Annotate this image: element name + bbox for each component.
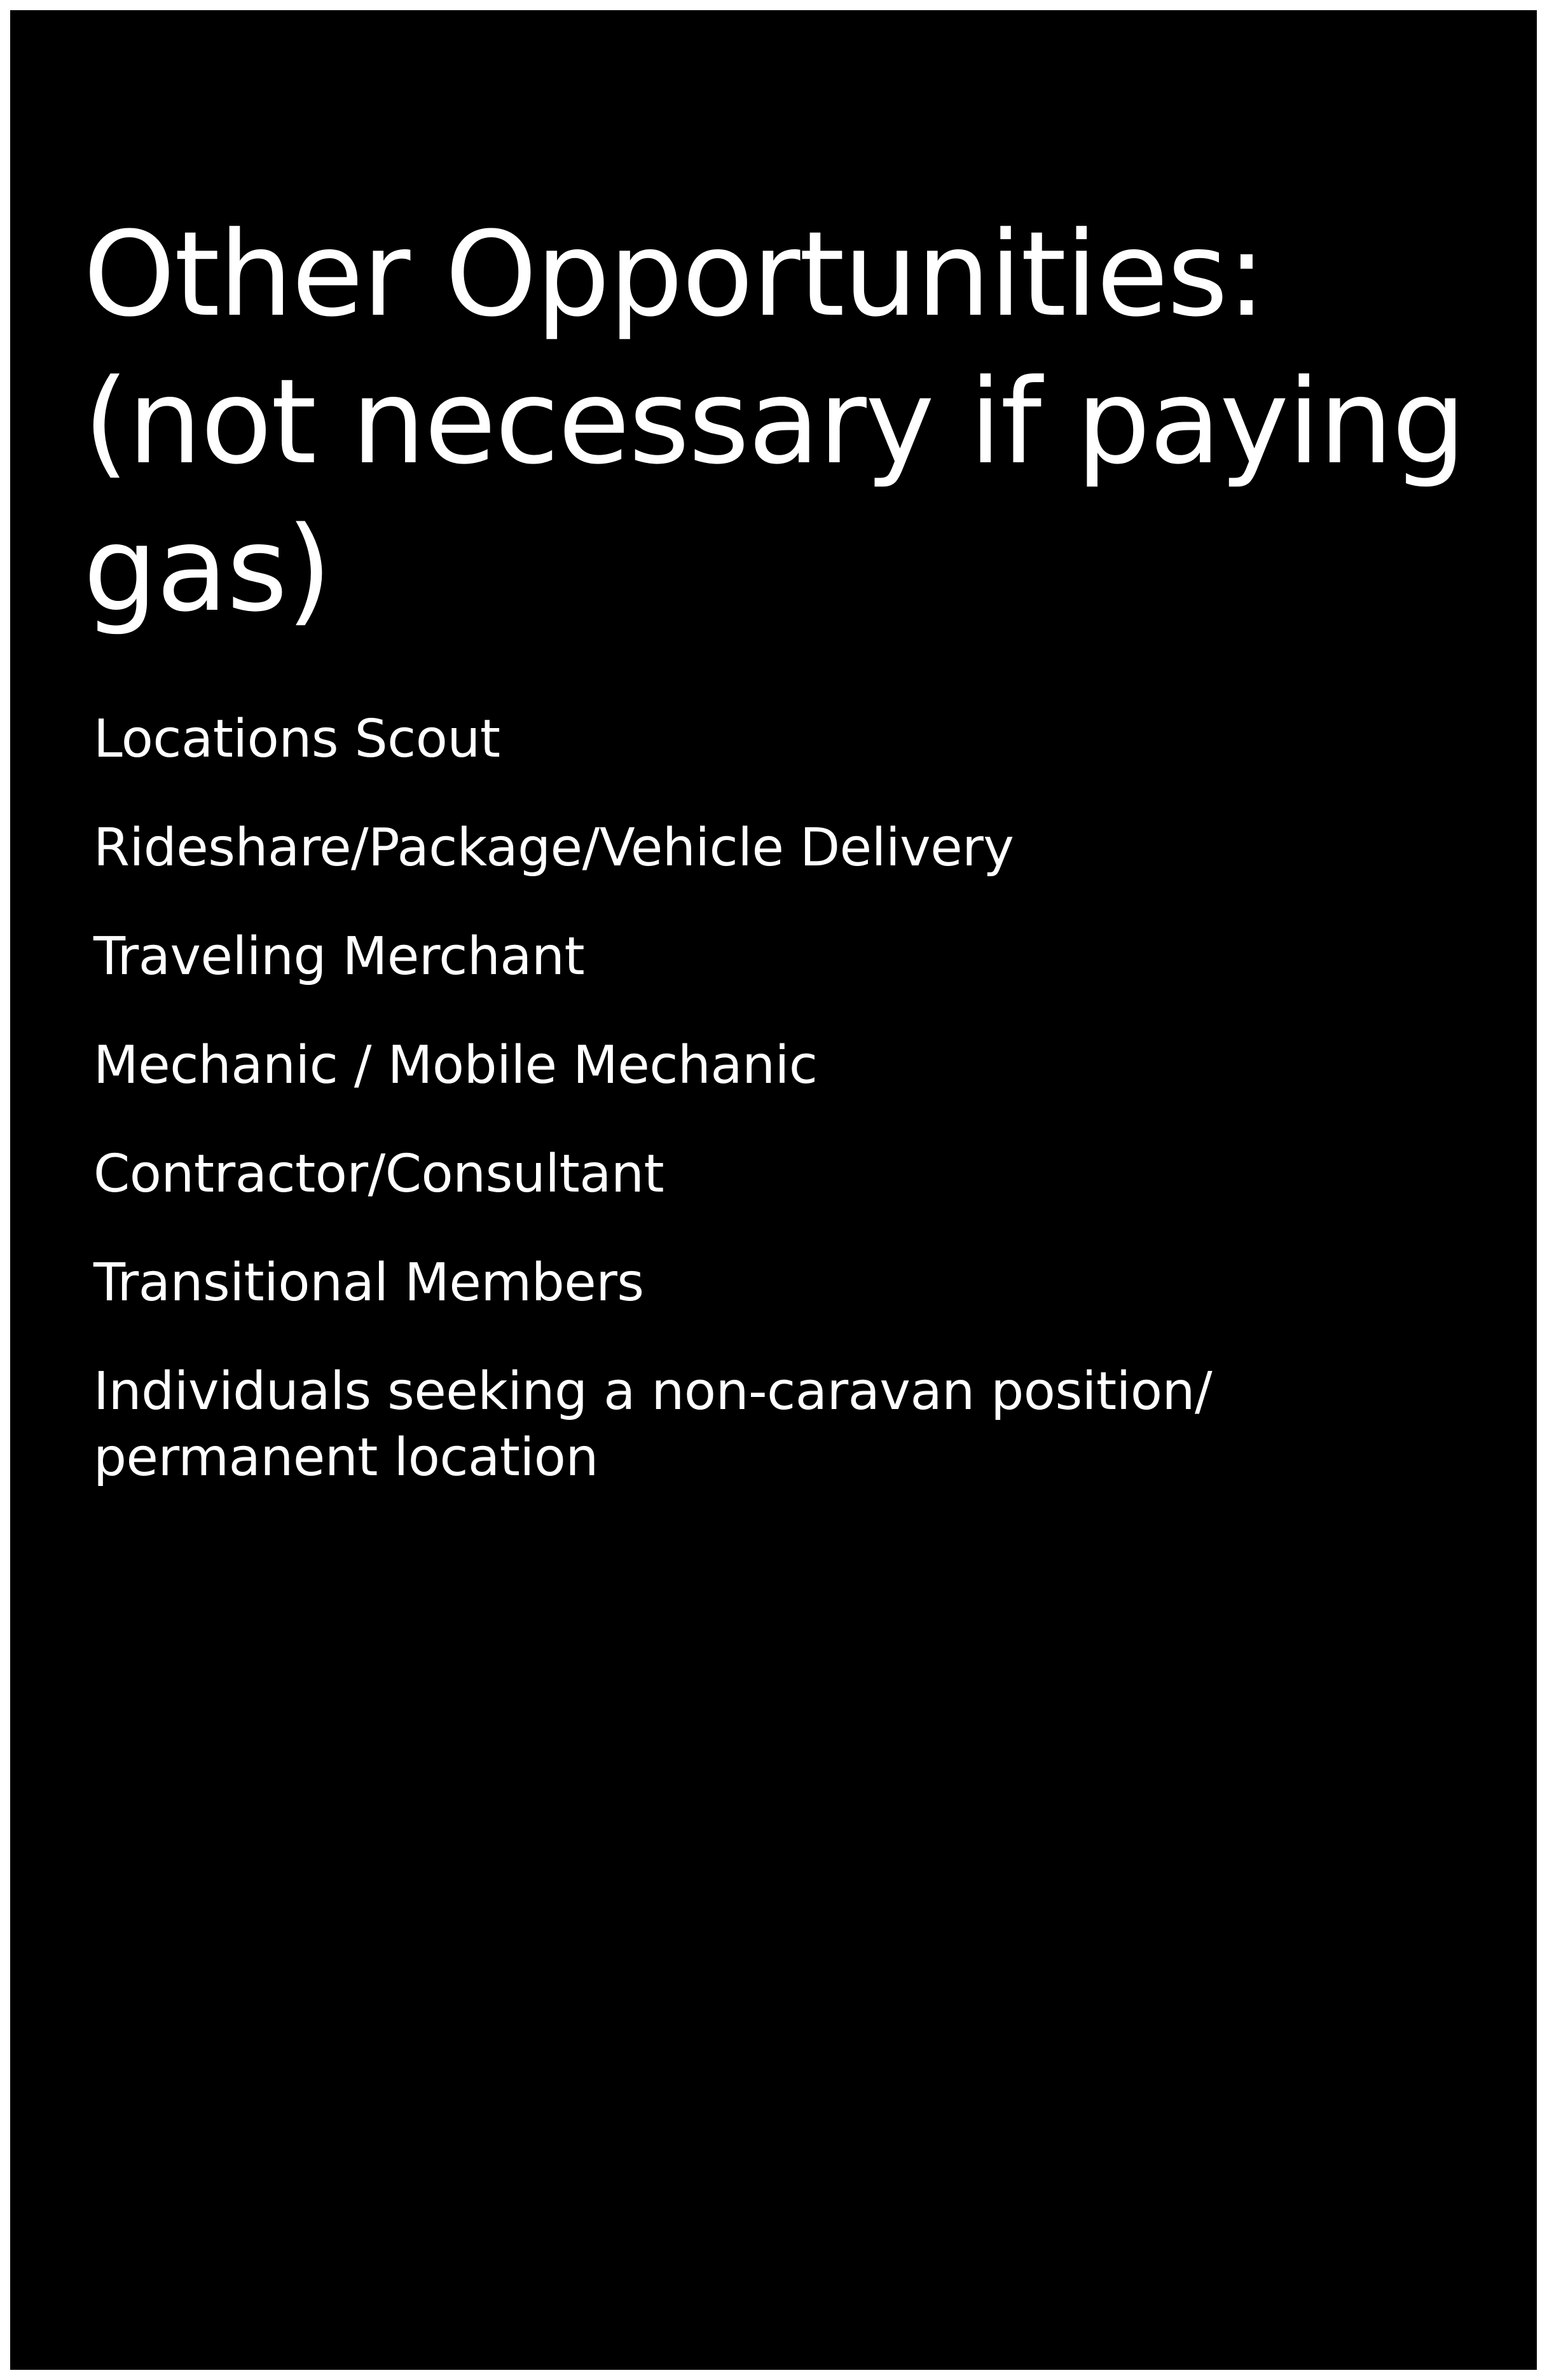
slide-title: Other Opportunities: (not necessary if p… bbox=[83, 201, 1514, 643]
list-item: Contractor/Consultant bbox=[93, 1141, 1461, 1207]
list-item-text: Rideshare/Package/Vehicle Delivery bbox=[93, 818, 1014, 878]
list-item-text: Contractor/Consultant bbox=[93, 1144, 664, 1204]
list-item-text: Transitional Members bbox=[93, 1253, 644, 1313]
page-frame: Other Opportunities: (not necessary if p… bbox=[0, 0, 1547, 2380]
list-item-text: Individuals seeking a non-caravan positi… bbox=[93, 1361, 1213, 1488]
slide: Other Opportunities: (not necessary if p… bbox=[10, 10, 1537, 2370]
list-item: Rideshare/Package/Vehicle Delivery bbox=[93, 815, 1461, 881]
opportunity-list: Locations Scout Rideshare/Package/Vehicl… bbox=[93, 706, 1461, 1534]
list-item: Traveling Merchant bbox=[93, 924, 1461, 990]
list-item-text: Traveling Merchant bbox=[93, 926, 585, 987]
list-item: Individuals seeking a non-caravan positi… bbox=[93, 1359, 1461, 1491]
title-line: Other Opportunities: bbox=[83, 207, 1266, 343]
title-line: (not necessary if paying bbox=[83, 354, 1466, 490]
list-item: Locations Scout bbox=[93, 706, 1461, 773]
list-item-text: Mechanic / Mobile Mechanic bbox=[93, 1035, 818, 1096]
list-item: Mechanic / Mobile Mechanic bbox=[93, 1033, 1461, 1099]
title-line: gas) bbox=[83, 502, 332, 638]
list-item: Transitional Members bbox=[93, 1250, 1461, 1316]
list-item-text: Locations Scout bbox=[93, 709, 500, 769]
